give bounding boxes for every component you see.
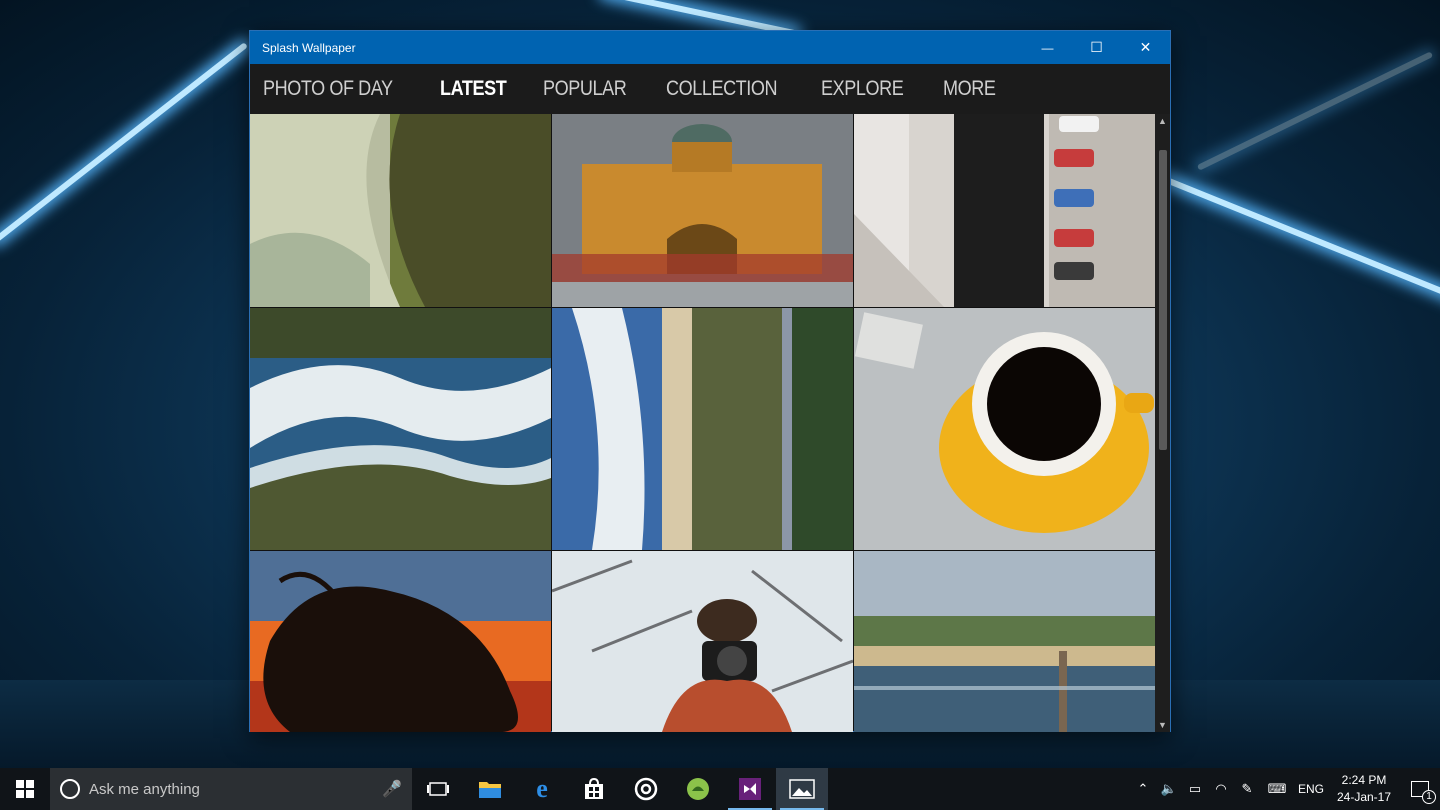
light-beam (0, 42, 248, 244)
battery-icon[interactable]: ▭ (1182, 781, 1208, 797)
tab-explore[interactable]: EXPLORE (821, 77, 904, 101)
photo-tile-beach-pier[interactable] (854, 551, 1155, 732)
photo-tile-surf[interactable] (250, 308, 551, 550)
photo-tile-parking[interactable] (854, 114, 1155, 307)
photo-wave (250, 114, 551, 307)
system-tray: ⌃ 🔈 ▭ ◠ ✎ ⌨ ENG 2:24 PM 24-Jan-17 1 (1130, 768, 1440, 810)
photo-parking (854, 114, 1155, 307)
photo-tile-wave[interactable] (250, 114, 551, 307)
photo-coffee (854, 308, 1155, 550)
photo-coast-road (552, 308, 853, 550)
microphone-icon[interactable]: 🎤 (372, 779, 412, 799)
clock-time: 2:24 PM (1341, 773, 1387, 787)
close-button[interactable]: ✕ (1121, 31, 1170, 64)
cortana-search-box[interactable]: Ask me anything 🎤 (50, 768, 412, 810)
photo-tile-photographer[interactable] (552, 551, 853, 732)
pen-icon[interactable]: ✎ (1234, 781, 1260, 797)
photos-icon (789, 779, 815, 799)
keyboard-icon[interactable]: ⌨ (1260, 781, 1294, 797)
store-button[interactable] (568, 768, 620, 810)
file-explorer-button[interactable] (464, 768, 516, 810)
vertical-scrollbar[interactable]: ▲ ▼ (1155, 114, 1170, 732)
maximize-icon: ☐ (1090, 39, 1103, 55)
folder-icon (479, 782, 501, 798)
edge-browser-button[interactable]: e (516, 768, 568, 810)
visual-studio-button[interactable] (724, 768, 776, 810)
photo-tile-coffee[interactable] (854, 308, 1155, 550)
minimize-button[interactable]: — (1023, 31, 1072, 64)
photo-photographer (552, 551, 853, 732)
scroll-up-icon[interactable]: ▲ (1155, 114, 1170, 128)
android-app-button[interactable] (672, 768, 724, 810)
notification-icon: 1 (1411, 781, 1436, 804)
groove-icon (634, 777, 658, 801)
tab-photo-of-day[interactable]: PHOTO OF DAY (263, 77, 393, 101)
maximize-button[interactable]: ☐ (1072, 31, 1121, 64)
minimize-icon: — (1041, 40, 1054, 55)
start-button[interactable] (0, 768, 50, 810)
scroll-thumb[interactable] (1159, 150, 1167, 450)
notification-count: 1 (1422, 790, 1436, 804)
title-bar[interactable]: Splash Wallpaper — ☐ ✕ (250, 31, 1170, 64)
volume-icon[interactable]: 🔈 (1156, 781, 1182, 797)
search-placeholder: Ask me anything (89, 780, 200, 798)
app-window: Splash Wallpaper — ☐ ✕ PHOTO OF DAY LATE… (249, 30, 1171, 732)
chevron-up-icon[interactable]: ⌃ (1130, 781, 1156, 797)
tab-more[interactable]: MORE (943, 77, 996, 101)
close-icon: ✕ (1139, 39, 1152, 55)
photo-station (552, 114, 853, 307)
language-indicator[interactable]: ENG (1294, 782, 1328, 796)
groove-music-button[interactable] (620, 768, 672, 810)
photo-grid-container: ▲ ▼ (250, 114, 1170, 732)
light-beam (1160, 175, 1440, 301)
photo-tile-hair-sunset[interactable] (250, 551, 551, 732)
photo-surf (250, 308, 551, 550)
tab-popular[interactable]: POPULAR (543, 77, 627, 101)
wifi-icon[interactable]: ◠ (1208, 781, 1234, 797)
photo-hair-sunset (250, 551, 551, 732)
photo-tile-station[interactable] (552, 114, 853, 307)
edge-icon: e (536, 774, 548, 803)
android-icon (687, 778, 709, 800)
cortana-icon (60, 779, 80, 799)
photo-tile-coast-road[interactable] (552, 308, 853, 550)
task-view-button[interactable] (412, 768, 464, 810)
category-nav: PHOTO OF DAY LATEST POPULAR COLLECTION E… (250, 64, 1170, 114)
task-view-icon (427, 782, 449, 796)
action-center-button[interactable]: 1 (1400, 781, 1440, 804)
tab-collection[interactable]: COLLECTION (666, 77, 778, 101)
store-icon (585, 778, 603, 799)
clock[interactable]: 2:24 PM 24-Jan-17 (1328, 772, 1400, 806)
taskbar: Ask me anything 🎤 e ⌃ 🔈 ▭ ◠ ✎ ⌨ ENG 2:24… (0, 768, 1440, 810)
windows-icon (16, 780, 34, 798)
light-beam (1196, 51, 1434, 171)
photo-beach-pier (854, 551, 1155, 732)
tab-latest[interactable]: LATEST (440, 77, 507, 101)
clock-date: 24-Jan-17 (1336, 790, 1392, 804)
visual-studio-icon (739, 778, 761, 800)
window-title: Splash Wallpaper (262, 40, 356, 55)
scroll-down-icon[interactable]: ▼ (1155, 718, 1170, 732)
photos-app-button[interactable] (776, 768, 828, 810)
